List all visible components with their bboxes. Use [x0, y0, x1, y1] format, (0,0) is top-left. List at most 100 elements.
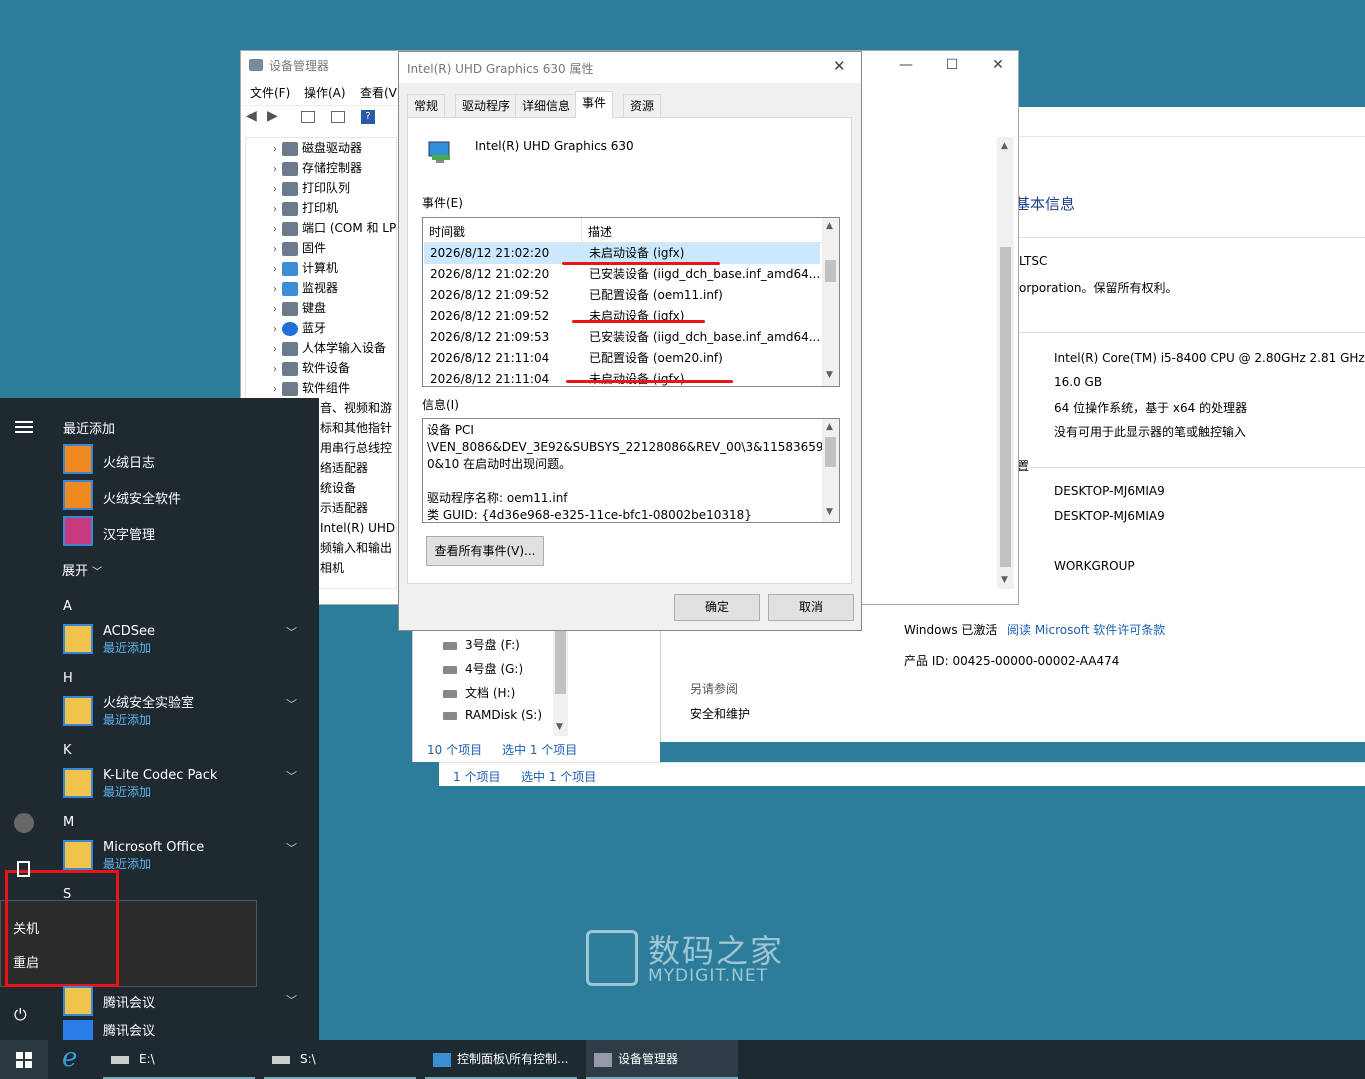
expand-arrow-icon[interactable]: › [268, 260, 282, 280]
ok-button[interactable]: 确定 [674, 594, 760, 621]
expand-arrow-icon[interactable]: › [268, 180, 282, 200]
scroll-up-icon[interactable]: ▲ [826, 221, 833, 231]
scroll-down-icon[interactable]: ▼ [826, 370, 833, 380]
scroll-down-icon[interactable]: ▼ [1001, 575, 1008, 585]
chevron-down-icon[interactable]: ﹀ [286, 696, 297, 712]
tab-details[interactable]: 详细信息 [515, 94, 578, 118]
group-letter[interactable]: H [63, 671, 73, 686]
chevron-down-icon[interactable]: ﹀ [286, 992, 297, 1008]
menu-file[interactable]: 文件(F) [250, 84, 290, 101]
documents-icon[interactable] [17, 861, 30, 877]
expand-arrow-icon[interactable]: › [268, 340, 282, 360]
app-acdsee[interactable]: ACDSee 最近添加 [103, 624, 155, 656]
scroll-up-icon[interactable]: ▲ [826, 422, 833, 432]
tree-item[interactable]: 标和其他指针 [320, 418, 392, 438]
power-icon[interactable]: ⏻ [14, 1005, 27, 1025]
info-box[interactable]: 设备 PCI \VEN_8086&DEV_3E92&SUBSYS_2212808… [422, 418, 840, 523]
minimize-button[interactable]: — [883, 51, 929, 81]
tree-item[interactable]: › 存储控制器 [268, 158, 362, 178]
drive-g[interactable]: 4号盘 (G:) [443, 660, 523, 677]
app-huorong-lab[interactable]: 火绒安全实验室 最近添加 [103, 696, 194, 728]
help-icon[interactable]: ? [361, 110, 375, 124]
tree-item[interactable]: 示适配器 [320, 498, 368, 518]
expand-arrow-icon[interactable]: › [268, 320, 282, 340]
ie-icon[interactable]: e [62, 1043, 77, 1073]
event-row[interactable]: 2026/8/12 21:02:20 已安装设备 (iigd_dch_base.i… [424, 264, 820, 285]
tree-item[interactable]: 音、视频和游 [320, 398, 392, 418]
dm-right-scrollbar[interactable]: ▲ ▼ [997, 137, 1014, 589]
tree-item[interactable]: › 打印队列 [268, 178, 350, 198]
expand-arrow-icon[interactable]: › [268, 220, 282, 240]
event-row[interactable]: 2026/8/12 21:02:20 未启动设备 (igfx) [424, 243, 820, 264]
tree-item[interactable]: › 磁盘驱动器 [268, 138, 362, 158]
tree-item[interactable]: › 蓝牙 [268, 318, 326, 338]
taskbar-item-e[interactable]: E:\ [103, 1040, 255, 1079]
chevron-down-icon[interactable]: ﹀ [286, 624, 297, 640]
drive-s[interactable]: RAMDisk (S:) [443, 708, 542, 722]
group-letter[interactable]: M [63, 815, 74, 830]
tree-item[interactable]: › 计算机 [268, 258, 338, 278]
close-button[interactable]: ✕ [975, 51, 1021, 81]
view-all-events-button[interactable]: 查看所有事件(V)... [426, 536, 544, 566]
group-letter[interactable]: K [63, 743, 72, 758]
app-klite[interactable]: K-Lite Codec Pack 最近添加 [103, 768, 217, 800]
taskbar-item-device-manager[interactable]: 设备管理器 [586, 1040, 738, 1079]
tree-item[interactable]: › 软件组件 [268, 378, 350, 398]
event-row[interactable]: 2026/8/12 21:09:53 已安装设备 (iigd_dch_base.i… [424, 327, 820, 348]
license-link[interactable]: 阅读 Microsoft 软件许可条款 [1007, 621, 1165, 638]
info-scrollbar[interactable]: ▲ ▼ [822, 419, 839, 522]
app-tencent-meeting-folder[interactable]: 腾讯会议 [103, 992, 155, 1011]
expand-arrow-icon[interactable]: › [268, 140, 282, 160]
chevron-down-icon[interactable]: ﹀ [286, 840, 297, 856]
col-timestamp[interactable]: 时间戳 [429, 223, 465, 240]
menu-action[interactable]: 操作(A) [304, 84, 346, 101]
drive-h[interactable]: 文档 (H:) [443, 684, 515, 701]
expand-arrow-icon[interactable]: › [268, 280, 282, 300]
event-row[interactable]: 2026/8/12 21:11:04 未启动设备 (igfx) [424, 369, 820, 386]
tree-item[interactable]: › 端口 (COM 和 LPT) [268, 218, 396, 240]
expand-arrow-icon[interactable]: › [268, 380, 282, 400]
drive-f[interactable]: 3号盘 (F:) [443, 636, 520, 653]
app-tencent-meeting[interactable]: 腾讯会议 [103, 1020, 155, 1039]
scroll-down-icon[interactable]: ▼ [826, 507, 833, 517]
security-link[interactable]: 安全和维护 [690, 705, 750, 722]
expand-arrow-icon[interactable]: › [268, 240, 282, 260]
app-huorong-security[interactable]: 火绒安全软件 [103, 488, 181, 507]
tab-general[interactable]: 常规 [407, 94, 446, 118]
tree-item[interactable]: › 打印机 [268, 198, 338, 218]
chevron-down-icon[interactable]: ﹀ [286, 768, 297, 784]
tree-item[interactable]: 相机 [320, 558, 344, 578]
list-icon[interactable] [331, 111, 345, 123]
app-ms-office[interactable]: Microsoft Office 最近添加 [103, 840, 204, 872]
expand-arrow-icon[interactable]: › [268, 300, 282, 320]
event-row[interactable]: 2026/8/12 21:09:52 已配置设备 (oem11.inf) [424, 285, 820, 306]
tab-events[interactable]: 事件 [575, 91, 614, 118]
event-row[interactable]: 2026/8/12 21:11:04 已配置设备 (oem20.inf) [424, 348, 820, 369]
menu-view[interactable]: 查看(V) [360, 84, 402, 101]
explorer-scrollbar[interactable]: ▼ [553, 628, 568, 736]
tree-item[interactable]: 频输入和输出 [320, 538, 392, 558]
tab-driver[interactable]: 驱动程序 [455, 94, 518, 118]
expand-arrow-icon[interactable]: › [268, 160, 282, 180]
hamburger-icon[interactable] [15, 421, 33, 433]
start-button[interactable] [0, 1040, 48, 1079]
event-row[interactable]: 2026/8/12 21:09:52 未启动设备 (igfx) [424, 306, 820, 327]
taskbar-item-control-panel[interactable]: 控制面板\所有控制... [425, 1040, 577, 1079]
expand-arrow-icon[interactable]: › [268, 200, 282, 220]
app-hanzi-manager[interactable]: 汉字管理 [103, 524, 155, 543]
tree-item[interactable]: › 软件设备 [268, 358, 350, 378]
tree-item[interactable]: 统设备 [320, 478, 356, 498]
tab-resources[interactable]: 资源 [623, 94, 662, 118]
expand-link[interactable]: 展开 ﹀ [62, 560, 102, 579]
properties-icon[interactable] [301, 111, 315, 123]
tree-item[interactable]: › 人体学输入设备 [268, 338, 386, 358]
forward-icon[interactable]: ▶ [267, 108, 278, 124]
scroll-down-icon[interactable]: ▼ [556, 722, 563, 732]
tree-item[interactable]: › 键盘 [268, 298, 326, 318]
tree-item[interactable]: Intel(R) UHD [320, 518, 395, 538]
expand-arrow-icon[interactable]: › [268, 360, 282, 380]
maximize-button[interactable]: ☐ [929, 51, 975, 81]
tree-item[interactable]: 络适配器 [320, 458, 368, 478]
group-letter[interactable]: A [63, 599, 72, 614]
tree-item[interactable]: › 监视器 [268, 278, 338, 298]
